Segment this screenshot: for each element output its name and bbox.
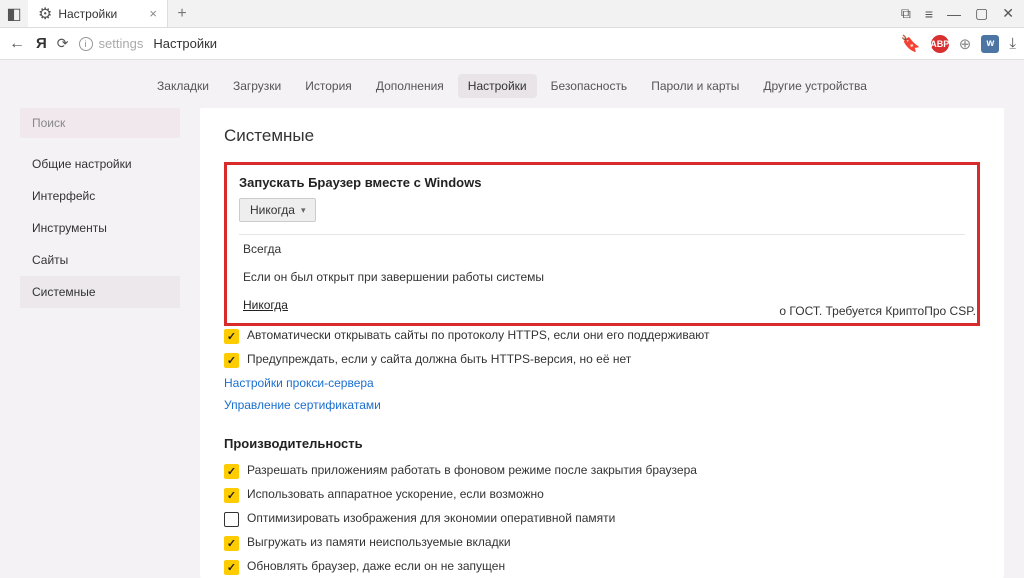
tab-downloads[interactable]: Загрузки xyxy=(223,74,291,98)
tab-title: Настройки xyxy=(58,7,135,21)
address-field[interactable]: i settings Настройки xyxy=(79,36,891,51)
window-close-button[interactable]: ✕ xyxy=(1002,5,1014,22)
dropdown-option[interactable]: Никогда xyxy=(239,291,965,319)
checkbox-label: Автоматически открывать сайты по протоко… xyxy=(247,328,709,342)
sidebar: Поиск Общие настройки Интерфейс Инструме… xyxy=(20,108,180,578)
tab-security[interactable]: Безопасность xyxy=(541,74,638,98)
startup-block: Запускать Браузер вместе с Windows Никог… xyxy=(224,162,980,326)
checkbox[interactable] xyxy=(224,464,239,479)
gear-icon: ⚙ xyxy=(38,4,52,24)
new-tab-button[interactable]: + xyxy=(168,5,196,23)
startup-heading: Запускать Браузер вместе с Windows xyxy=(239,175,965,190)
titlebar: ◧ ⚙ Настройки × + ⧉ ≡ — ▢ ✕ xyxy=(0,0,1024,28)
site-info-icon[interactable]: i xyxy=(79,37,93,51)
checkbox-row: Автоматически открывать сайты по протоко… xyxy=(224,324,980,348)
sidebar-item-general[interactable]: Общие настройки xyxy=(20,148,180,180)
checkbox[interactable] xyxy=(224,488,239,503)
certificates-link[interactable]: Управление сертификатами xyxy=(224,394,980,416)
content: Системные Запускать Браузер вместе с Win… xyxy=(200,108,1004,578)
back-button[interactable]: ← xyxy=(8,35,26,53)
startup-dropdown[interactable]: Никогда ▾ xyxy=(239,198,316,222)
page-title: Системные xyxy=(224,126,980,146)
main: Поиск Общие настройки Интерфейс Инструме… xyxy=(0,108,1024,578)
checkbox-row: Обновлять браузер, даже если он не запущ… xyxy=(224,555,980,578)
copy-icon[interactable]: ⧉ xyxy=(901,5,911,22)
address-path: settings xyxy=(99,36,144,51)
tab-bookmarks[interactable]: Закладки xyxy=(147,74,219,98)
vk-icon[interactable]: w xyxy=(981,35,999,53)
address-bar: ← Я ⟳ i settings Настройки 🔖 ABP ⊕ w ⤓ xyxy=(0,28,1024,60)
maximize-button[interactable]: ▢ xyxy=(975,5,988,22)
dropdown-list: Всегда Если он был открыт при завершении… xyxy=(239,234,965,319)
tab-settings[interactable]: Настройки xyxy=(458,74,537,98)
tab-addons[interactable]: Дополнения xyxy=(366,74,454,98)
bookmark-icon[interactable]: 🔖 xyxy=(901,34,921,54)
tab-passwords[interactable]: Пароли и карты xyxy=(641,74,749,98)
sidebar-item-system[interactable]: Системные xyxy=(20,276,180,308)
reload-button[interactable]: ⟳ xyxy=(57,35,69,52)
checkbox-row: Использовать аппаратное ускорение, если … xyxy=(224,483,980,507)
checkbox[interactable] xyxy=(224,329,239,344)
close-icon[interactable]: × xyxy=(149,6,157,21)
dropdown-value: Никогда xyxy=(250,203,295,217)
checkbox-label: Использовать аппаратное ускорение, если … xyxy=(247,487,544,501)
proxy-link[interactable]: Настройки прокси-сервера xyxy=(224,372,980,394)
checkbox-label: Оптимизировать изображения для экономии … xyxy=(247,511,615,525)
checkbox-label: Обновлять браузер, даже если он не запущ… xyxy=(247,559,505,573)
menu-icon[interactable]: ≡ xyxy=(925,6,933,22)
settings-topnav: Закладки Загрузки История Дополнения Нас… xyxy=(0,60,1024,108)
checkbox[interactable] xyxy=(224,353,239,368)
sidebar-item-interface[interactable]: Интерфейс xyxy=(20,180,180,212)
minimize-button[interactable]: — xyxy=(947,6,961,22)
checkbox-row: Предупреждать, если у сайта должна быть … xyxy=(224,348,980,372)
sidebar-item-sites[interactable]: Сайты xyxy=(20,244,180,276)
address-title: Настройки xyxy=(153,36,217,51)
sidebar-item-tools[interactable]: Инструменты xyxy=(20,212,180,244)
performance-heading: Производительность xyxy=(224,436,980,451)
checkbox-row: Разрешать приложениям работать в фоновом… xyxy=(224,459,980,483)
checkbox-label: Предупреждать, если у сайта должна быть … xyxy=(247,352,631,366)
checkbox-row: Оптимизировать изображения для экономии … xyxy=(224,507,980,531)
tab-other-devices[interactable]: Другие устройства xyxy=(753,74,877,98)
adblock-icon[interactable]: ABP xyxy=(931,35,949,53)
checkbox[interactable] xyxy=(224,560,239,575)
globe-icon[interactable]: ⊕ xyxy=(959,35,972,53)
checkbox-label: Разрешать приложениям работать в фоновом… xyxy=(247,463,697,477)
tab-history[interactable]: История xyxy=(295,74,362,98)
chevron-down-icon: ▾ xyxy=(301,205,306,216)
yandex-home-button[interactable]: Я xyxy=(36,35,47,52)
download-icon[interactable]: ⤓ xyxy=(1009,35,1016,52)
panels-icon[interactable]: ◧ xyxy=(0,4,28,24)
dropdown-option[interactable]: Всегда xyxy=(239,235,965,263)
checkbox-label: Выгружать из памяти неиспользуемые вклад… xyxy=(247,535,511,549)
browser-tab[interactable]: ⚙ Настройки × xyxy=(28,0,168,27)
dropdown-option[interactable]: Если он был открыт при завершении работы… xyxy=(239,263,965,291)
checkbox[interactable] xyxy=(224,512,239,527)
checkbox-row: Выгружать из памяти неиспользуемые вклад… xyxy=(224,531,980,555)
search-input[interactable]: Поиск xyxy=(20,108,180,138)
checkbox[interactable] xyxy=(224,536,239,551)
